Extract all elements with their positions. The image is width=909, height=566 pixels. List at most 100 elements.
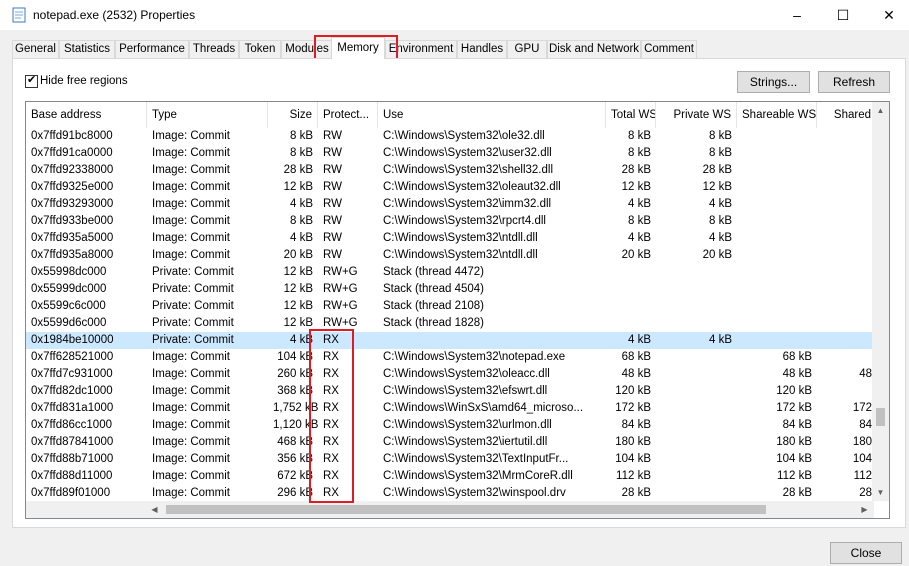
- cell-total-ws: 120 kB: [615, 385, 651, 397]
- tab-general[interactable]: General: [12, 40, 59, 58]
- cell-total-ws: 172 kB: [615, 402, 651, 414]
- cell-use: C:\Windows\System32\MrmCoreR.dll: [383, 470, 573, 482]
- memory-row[interactable]: 0x7ffd7c931000 Image: Commit 260 kB RX C:\Wi…: [26, 366, 876, 383]
- tab-handles[interactable]: Handles: [457, 40, 507, 58]
- scroll-down-icon[interactable]: ▼: [872, 484, 889, 501]
- cell-size: 104 kB: [277, 351, 313, 363]
- cell-private-ws: [656, 298, 737, 315]
- cell-total-ws: [606, 264, 656, 281]
- memory-row[interactable]: 0x7ffd91bc8000 Image: Commit 8 kB RW C:\Wind…: [26, 128, 876, 145]
- horizontal-scrollbar[interactable]: ◀ ▶: [26, 501, 874, 518]
- cell-total-ws: 8 kB: [627, 147, 651, 159]
- memory-row[interactable]: 0x7ffd89f01000 Image: Commit 296 kB RX C:\Wi…: [26, 485, 876, 502]
- col-shared[interactable]: Shared: [817, 102, 877, 128]
- cell-base-address: 0x7ffd91bc8000: [31, 130, 113, 142]
- tab-gpu[interactable]: GPU: [507, 40, 547, 58]
- cell-shareable-ws: 120 kB: [776, 385, 812, 397]
- memory-row[interactable]: 0x7ffd82dc1000 Image: Commit 368 kB RX C:\Wi…: [26, 383, 876, 400]
- maximize-button[interactable]: ☐: [820, 0, 866, 30]
- cell-protection: RW: [323, 232, 342, 244]
- cell-use: C:\Windows\System32\ole32.dll: [383, 130, 545, 142]
- memory-row[interactable]: 0x55998dc000 Private: Commit 12 kB RW+G Stac…: [26, 264, 876, 281]
- memory-row[interactable]: 0x55999dc000 Private: Commit 12 kB RW+G Stac…: [26, 281, 876, 298]
- refresh-button[interactable]: Refresh: [818, 71, 890, 93]
- vertical-scroll-thumb[interactable]: [876, 408, 885, 426]
- col-use[interactable]: Use: [378, 102, 606, 128]
- cell-private-ws: [656, 417, 737, 434]
- col-size[interactable]: Size: [268, 102, 318, 128]
- minimize-button[interactable]: –: [774, 0, 820, 30]
- scroll-up-icon[interactable]: ▲: [872, 102, 889, 119]
- cell-protection: RW: [323, 147, 342, 159]
- col-shareable-ws[interactable]: Shareable WS: [737, 102, 817, 128]
- vertical-scrollbar[interactable]: ▲ ▼: [872, 102, 889, 501]
- cell-private-ws: 4 kB: [708, 198, 732, 210]
- cell-shared: [817, 247, 877, 264]
- cell-private-ws: [656, 451, 737, 468]
- hide-free-regions-checkbox[interactable]: ✔: [25, 74, 38, 88]
- tab-statistics[interactable]: Statistics: [59, 40, 115, 58]
- strings-button[interactable]: Strings...: [737, 71, 810, 93]
- cell-shared: [817, 179, 877, 196]
- cell-type: Image: Commit: [152, 402, 230, 414]
- col-total-ws[interactable]: Total WS: [606, 102, 656, 128]
- tab-performance[interactable]: Performance: [115, 40, 189, 58]
- tab-token[interactable]: Token: [239, 40, 281, 58]
- cell-use: [378, 332, 606, 349]
- memory-row[interactable]: 0x7ffd9325e000 Image: Commit 12 kB RW C:\Win…: [26, 179, 876, 196]
- cell-base-address: 0x7ffd92338000: [31, 164, 114, 176]
- cell-shareable-ws: [737, 315, 817, 332]
- memory-row[interactable]: 0x5599c6c000 Private: Commit 12 kB RW+G Stac…: [26, 298, 876, 315]
- cell-shareable-ws: 104 kB: [776, 453, 812, 465]
- memory-row[interactable]: 0x7ffd88b71000 Image: Commit 356 kB RX C:\Wi…: [26, 451, 876, 468]
- col-base-address[interactable]: Base address: [26, 102, 147, 128]
- scroll-left-icon[interactable]: ◀: [146, 501, 163, 518]
- col-type[interactable]: Type: [147, 102, 268, 128]
- memory-row[interactable]: 0x7ffd88d11000 Image: Commit 672 kB RX C:\Wi…: [26, 468, 876, 485]
- cell-size: 8 kB: [289, 130, 313, 142]
- tab-modules[interactable]: Modules: [281, 40, 333, 58]
- cell-total-ws: 68 kB: [621, 351, 651, 363]
- tab-disk-and-network[interactable]: Disk and Network: [547, 40, 641, 58]
- tab-memory[interactable]: Memory: [331, 37, 385, 59]
- memory-list[interactable]: Base address Type Size Protect... Use To…: [25, 101, 890, 519]
- cell-total-ws: 4 kB: [627, 232, 651, 244]
- check-icon: ✔: [27, 74, 37, 86]
- memory-row[interactable]: 0x7ffd93293000 Image: Commit 4 kB RW C:\Wind…: [26, 196, 876, 213]
- cell-shareable-ws: [737, 145, 817, 162]
- memory-row[interactable]: 0x7ff628521000 Image: Commit 104 kB RX C:\Wi…: [26, 349, 876, 366]
- memory-row[interactable]: 0x7ffd87841000 Image: Commit 468 kB RX C:\Wi…: [26, 434, 876, 451]
- close-button[interactable]: Close: [830, 542, 902, 564]
- memory-row[interactable]: 0x7ffd935a8000 Image: Commit 20 kB RW C:\Win…: [26, 247, 876, 264]
- tab-environment[interactable]: Environment: [385, 40, 457, 58]
- memory-row[interactable]: 0x7ffd91ca0000 Image: Commit 8 kB RW C:\Wind…: [26, 145, 876, 162]
- cell-shared: 84: [859, 419, 872, 431]
- scroll-right-icon[interactable]: ▶: [856, 501, 873, 518]
- memory-row[interactable]: 0x7ffd86cc1000 Image: Commit 1,120 kB RX C:\…: [26, 417, 876, 434]
- cell-use: C:\Windows\System32\user32.dll: [383, 147, 552, 159]
- cell-base-address: 0x5599c6c000: [31, 300, 106, 312]
- memory-row[interactable]: 0x7ffd831a1000 Image: Commit 1,752 kB RX C:\…: [26, 400, 876, 417]
- cell-use: C:\Windows\System32\oleacc.dll: [383, 368, 550, 380]
- cell-use: C:\Windows\System32\rpcrt4.dll: [383, 215, 546, 227]
- cell-shared: [817, 230, 877, 247]
- col-private-ws[interactable]: Private WS: [656, 102, 737, 128]
- memory-row[interactable]: 0x5599d6c000 Private: Commit 12 kB RW+G Stac…: [26, 315, 876, 332]
- cell-private-ws: 8 kB: [708, 130, 732, 142]
- cell-total-ws: [606, 281, 656, 298]
- cell-type: Image: Commit: [152, 453, 230, 465]
- memory-row[interactable]: 0x1984be10000 Private: Commit 4 kB RX 4 kB 4 …: [26, 332, 876, 349]
- memory-row[interactable]: 0x7ffd92338000 Image: Commit 28 kB RW C:\Win…: [26, 162, 876, 179]
- cell-base-address: 0x7ffd935a5000: [31, 232, 114, 244]
- memory-row[interactable]: 0x7ffd935a5000 Image: Commit 4 kB RW C:\Wind…: [26, 230, 876, 247]
- tab-comment[interactable]: Comment: [641, 40, 697, 58]
- cell-use: Stack (thread 2108): [383, 300, 485, 312]
- close-window-button[interactable]: ✕: [866, 0, 909, 30]
- col-protection[interactable]: Protect...: [318, 102, 378, 128]
- cell-shareable-ws: 68 kB: [782, 351, 812, 363]
- memory-row[interactable]: 0x7ffd933be000 Image: Commit 8 kB RW C:\Wind…: [26, 213, 876, 230]
- close-icon: ✕: [883, 6, 895, 23]
- tab-threads[interactable]: Threads: [189, 40, 239, 58]
- cell-size: 468 kB: [277, 436, 313, 448]
- horizontal-scroll-thumb[interactable]: [166, 505, 766, 514]
